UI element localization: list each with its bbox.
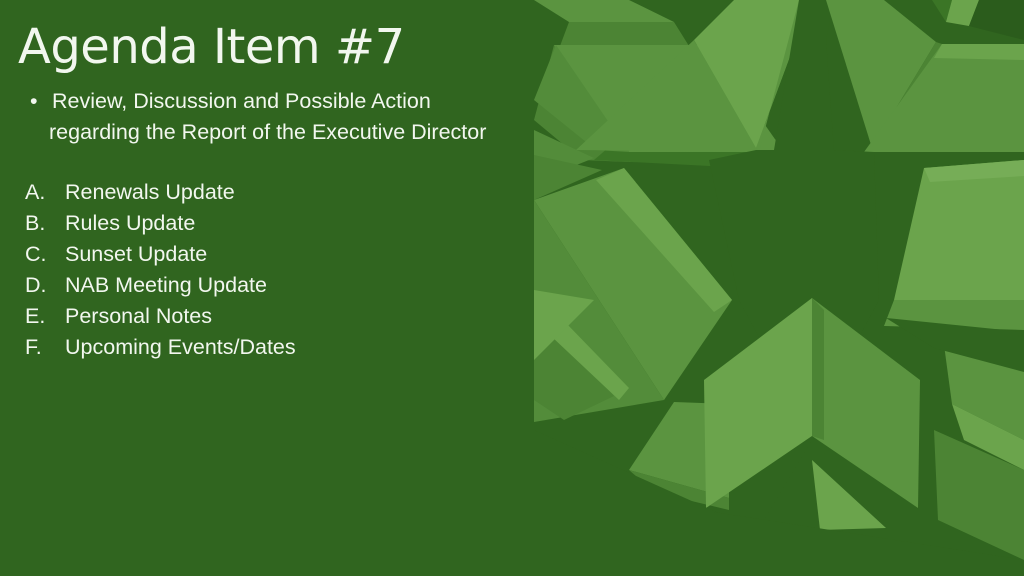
list-item-marker: A. xyxy=(25,180,46,204)
list-item: D. NAB Meeting Update xyxy=(0,270,600,301)
list-item-label: Rules Update xyxy=(65,211,196,235)
list-item: B. Rules Update xyxy=(0,208,600,239)
bullet-icon: • xyxy=(30,89,38,113)
list-item: F. Upcoming Events/Dates xyxy=(0,332,600,363)
list-item: E. Personal Notes xyxy=(0,301,600,332)
page-title: Agenda Item #7 xyxy=(18,19,405,75)
list-item-label: Personal Notes xyxy=(65,304,212,328)
intro-line-2: regarding the Report of the Executive Di… xyxy=(49,120,487,144)
list-item-marker: D. xyxy=(25,273,47,297)
list-item-marker: B. xyxy=(25,211,46,235)
list-item-marker: F. xyxy=(25,335,42,359)
list-item-label: NAB Meeting Update xyxy=(65,273,267,297)
list-item: • Review, Discussion and Possible Action… xyxy=(0,86,600,148)
presentation-slide: Agenda Item #7 • Review, Discussion and … xyxy=(0,0,1024,576)
list-item: A. Renewals Update xyxy=(0,177,600,208)
slide-content: Agenda Item #7 • Review, Discussion and … xyxy=(0,0,1024,576)
list-item-label: Sunset Update xyxy=(65,242,208,266)
list-item-marker: C. xyxy=(25,242,47,266)
agenda-lettered-list: A. Renewals Update B. Rules Update C. Su… xyxy=(0,177,600,363)
list-item-label: Upcoming Events/Dates xyxy=(65,335,296,359)
intro-bullet-list: • Review, Discussion and Possible Action… xyxy=(0,86,600,148)
list-item-marker: E. xyxy=(25,304,46,328)
intro-line-1: Review, Discussion and Possible Action xyxy=(52,89,431,113)
list-item: C. Sunset Update xyxy=(0,239,600,270)
list-item-label: Renewals Update xyxy=(65,180,235,204)
